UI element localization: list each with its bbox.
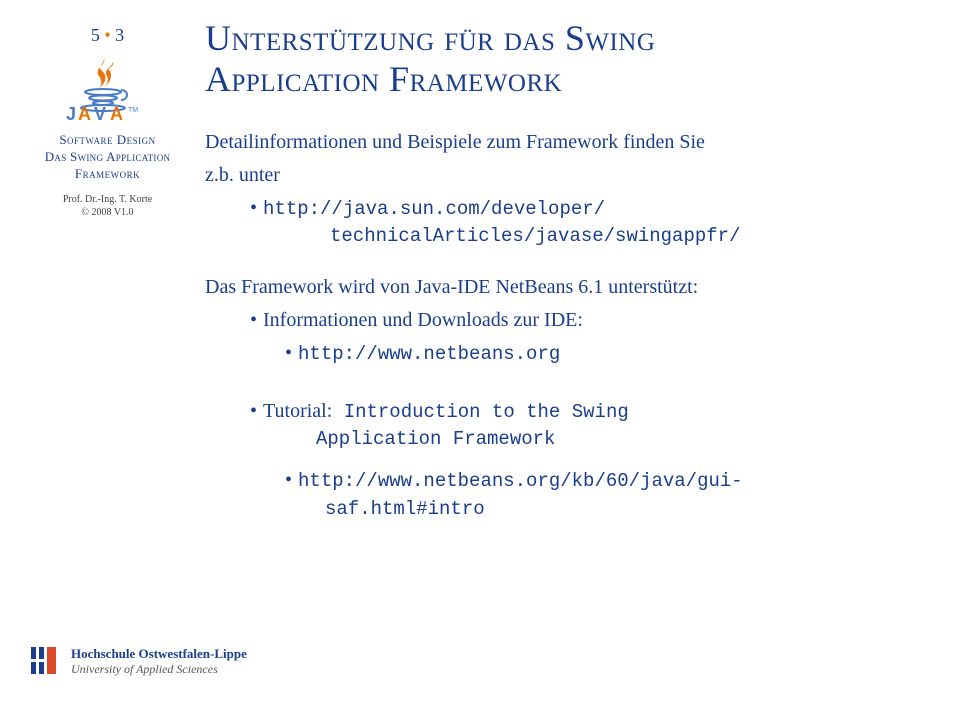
mid-text1: Das Framework wird von Java-IDE NetBeans… [205,274,925,301]
svg-text:A: A [78,104,91,122]
bullet-icon: • [285,469,292,491]
intro-line2: z.b. unter [205,162,925,189]
title-line2: Application Framework [205,59,925,100]
course-line3: Framework [25,166,190,183]
link-tutorial-2: saf.html#intro [285,497,485,523]
slide-num-prefix: 5 [91,25,100,45]
svg-text:A: A [110,104,123,122]
list-item: • http://www.netbeans.org [205,340,925,368]
course-line2: Das Swing Application [25,149,190,166]
course-label: Software Design Das Swing Application Fr… [25,132,190,183]
bullet-icon: • [250,197,257,219]
tutorial-title-2: Application Framework [250,427,555,453]
java-logo: J A V A TM [48,54,168,122]
course-line1: Software Design [25,132,190,149]
link-tutorial-1: http://www.netbeans.org/kb/60/java/gui- [298,470,743,492]
slide-num-suffix: 3 [115,25,124,45]
tutorial-label: Tutorial: [263,400,332,422]
list-item: • http://java.sun.com/developer/ technica… [205,195,925,250]
intro-line1: Detailinformationen und Beispiele zum Fr… [205,129,925,156]
footer-hs-name: Hochschule Ostwestfalen-Lippe [71,646,247,662]
slide-num-bullet: • [100,25,115,45]
content-body: Detailinformationen und Beispiele zum Fr… [205,129,925,522]
page-title: Unterstützung für das Swing Application … [205,18,925,101]
list-item: • Informationen und Downloads zur IDE: [205,307,925,334]
bullet-icon: • [250,400,257,422]
title-line1: Unterstützung für das Swing [205,18,925,59]
author-line2: © 2008 V1.0 [25,206,190,219]
link-netbeans: http://www.netbeans.org [298,343,560,365]
svg-text:J: J [66,104,76,122]
author-line1: Prof. Dr.-Ing. T. Korte [25,193,190,206]
bullet-icon: • [285,342,292,364]
link-java-sun: http://java.sun.com/developer/ [263,198,605,220]
footer-logo: Hochschule Ostwestfalen-Lippe University… [25,643,247,679]
ide-info-label: Informationen und Downloads zur IDE: [263,309,583,331]
slide-number: 5 • 3 [25,25,190,46]
link-java-sun-cont: technicalArticles/javase/swingappfr/ [250,224,740,250]
bullet-icon: • [250,309,257,331]
footer-hs-sub: University of Applied Sciences [71,662,247,677]
list-item: • Tutorial: Introduction to the Swing App… [205,398,925,453]
svg-text:V: V [94,104,106,122]
sidebar: 5 • 3 J A V A TM Software Design Das Swi… [25,25,190,219]
tutorial-title-1: Introduction to the Swing [332,401,628,423]
main-content: Unterstützung für das Swing Application … [205,18,925,528]
author-block: Prof. Dr.-Ing. T. Korte © 2008 V1.0 [25,193,190,219]
list-item: • http://www.netbeans.org/kb/60/java/gui-… [205,467,925,522]
svg-text:TM: TM [128,107,138,114]
